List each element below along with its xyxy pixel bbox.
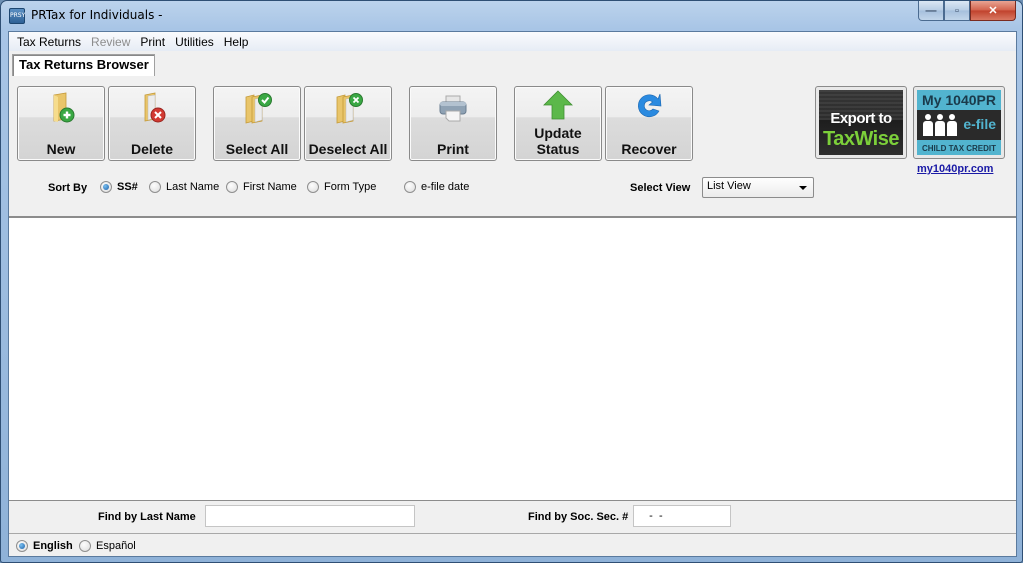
menu-bar: Tax Returns Review Print Utilities Help — [9, 32, 1016, 51]
refresh-icon — [638, 93, 662, 118]
menu-utilities[interactable]: Utilities — [170, 35, 219, 49]
deselect-all-folders-icon — [336, 93, 363, 124]
menu-print[interactable]: Print — [135, 35, 170, 49]
delete-folder-icon — [144, 92, 166, 123]
taxwise-export-text: Export to — [830, 110, 892, 127]
update-status-button[interactable]: Update Status — [514, 86, 602, 161]
app-icon: PRSY — [9, 8, 25, 24]
select-view-value: List View — [707, 180, 751, 192]
radio-icon — [404, 181, 416, 193]
language-english-radio[interactable]: English — [16, 540, 73, 552]
language-espanol-label: Español — [96, 540, 136, 552]
select-all-button[interactable]: Select All — [213, 86, 301, 161]
minimize-button[interactable]: — — [918, 1, 944, 21]
my1040pr-link[interactable]: my1040pr.com — [917, 163, 993, 175]
sort-last-name-radio[interactable]: Last Name — [149, 181, 219, 193]
find-ssn-input[interactable] — [633, 505, 731, 527]
menu-help[interactable]: Help — [219, 35, 254, 49]
minimize-icon: — — [925, 4, 937, 17]
taxwise-brand-text: TaxWise — [823, 128, 899, 150]
radio-icon — [149, 181, 161, 193]
sort-ssn-label: SS# — [117, 181, 138, 193]
sort-last-name-label: Last Name — [166, 181, 220, 193]
close-button[interactable]: ✕ — [970, 1, 1016, 21]
sort-first-name-radio[interactable]: First Name — [226, 181, 297, 193]
menu-tax-returns[interactable]: Tax Returns — [12, 35, 86, 49]
select-view-label: Select View — [630, 182, 691, 194]
radio-selected-icon — [16, 540, 28, 552]
language-english-label: English — [33, 540, 73, 552]
select-all-label: Select All — [225, 141, 289, 157]
export-to-taxwise-button[interactable]: Export to TaxWise — [815, 86, 907, 159]
up-arrow-icon — [543, 90, 573, 120]
maximize-icon: ▫ — [955, 4, 959, 17]
update-status-label: Update Status — [534, 125, 582, 157]
tab-tax-returns-browser[interactable]: Tax Returns Browser — [12, 54, 155, 76]
sort-first-name-label: First Name — [243, 181, 297, 193]
sort-ssn-radio[interactable]: SS# — [100, 181, 138, 193]
delete-button[interactable]: Delete — [108, 86, 196, 161]
sort-by-label: Sort By — [48, 182, 88, 194]
taxwise-logo: Export to TaxWise — [819, 90, 903, 155]
chevron-down-icon — [799, 186, 807, 190]
title-bar[interactable]: PRSY PRTax for Individuals - — ▫ ✕ — [1, 1, 1022, 31]
window-title: PRTax for Individuals - — [31, 8, 163, 22]
my1040pr-efile: e-file — [963, 116, 996, 132]
deselect-all-button[interactable]: Deselect All — [304, 86, 392, 161]
print-button[interactable]: Print — [409, 86, 497, 161]
close-icon: ✕ — [988, 5, 998, 17]
new-label: New — [46, 141, 76, 157]
radio-icon — [79, 540, 91, 552]
maximize-button[interactable]: ▫ — [944, 1, 970, 21]
bottom-divider — [9, 533, 1016, 534]
find-last-name-label: Find by Last Name — [98, 511, 196, 523]
select-view-dropdown[interactable]: List View — [702, 177, 814, 198]
deselect-all-label: Deselect All — [308, 141, 388, 157]
language-espanol-radio[interactable]: Español — [79, 540, 136, 552]
delete-label: Delete — [130, 141, 174, 157]
window-controls: — ▫ ✕ — [918, 1, 1016, 21]
radio-icon — [226, 181, 238, 193]
new-folder-icon — [53, 92, 75, 123]
sort-form-type-label: Form Type — [324, 181, 377, 193]
children-icon — [923, 114, 957, 136]
print-label: Print — [437, 141, 469, 157]
find-ssn-label: Find by Soc. Sec. # — [528, 511, 629, 523]
sort-form-type-radio[interactable]: Form Type — [307, 181, 376, 193]
new-button[interactable]: New — [17, 86, 105, 161]
select-all-folders-icon — [245, 93, 272, 124]
tax-returns-list[interactable] — [9, 216, 1016, 501]
client-area: Tax Returns Review Print Utilities Help … — [8, 31, 1017, 557]
find-last-name-input[interactable] — [205, 505, 415, 527]
my1040pr-button[interactable]: My 1040PR e-file CHILD TAX CREDIT — [913, 86, 1005, 159]
menu-review: Review — [91, 34, 131, 49]
my1040pr-logo: My 1040PR e-file CHILD TAX CREDIT — [917, 90, 1001, 155]
sort-efile-date-radio[interactable]: e-file date — [404, 181, 469, 193]
radio-icon — [307, 181, 319, 193]
sort-efile-date-label: e-file date — [421, 181, 470, 193]
my1040pr-subtitle: CHILD TAX CREDIT — [921, 144, 997, 153]
recover-label: Recover — [621, 141, 677, 157]
my1040pr-title: My 1040PR — [922, 92, 996, 108]
printer-icon — [439, 95, 467, 122]
app-window: PRSY PRTax for Individuals - — ▫ ✕ Tax R… — [0, 0, 1023, 563]
recover-button[interactable]: Recover — [605, 86, 693, 161]
radio-selected-icon — [100, 181, 112, 193]
